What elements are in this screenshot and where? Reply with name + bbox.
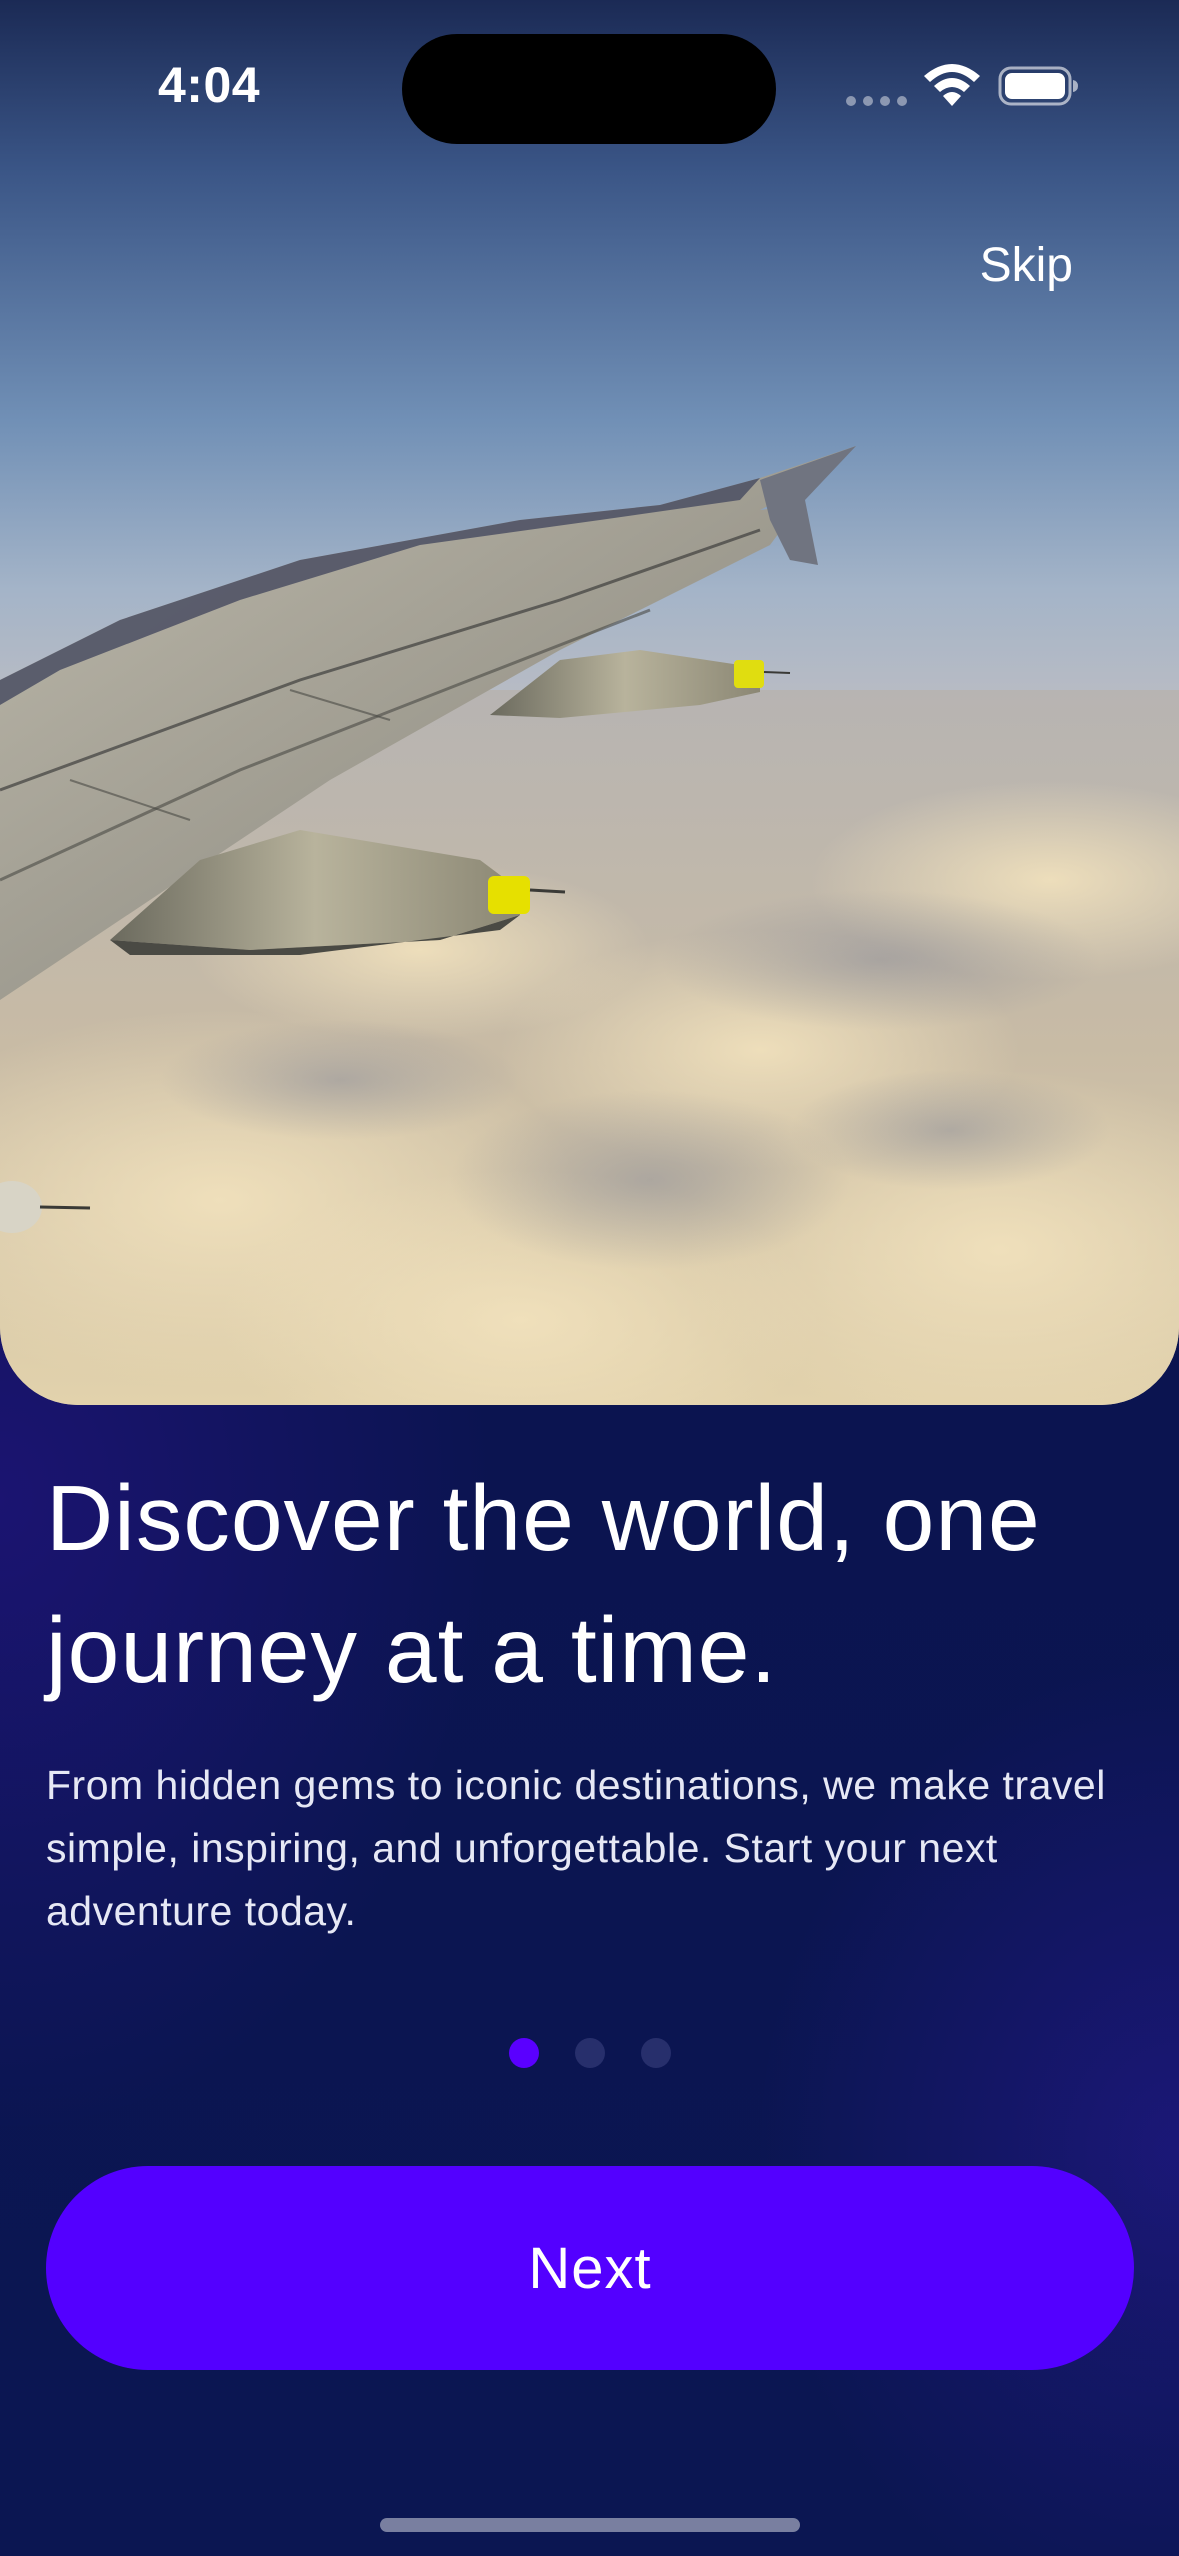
wifi-icon <box>924 64 980 106</box>
next-button[interactable]: Next <box>46 2166 1134 2370</box>
onboarding-description: From hidden gems to iconic destinations,… <box>46 1762 1106 1934</box>
home-indicator[interactable] <box>380 2518 800 2532</box>
page-dot[interactable] <box>640 2038 671 2068</box>
onboarding-screen: 4:04 Skip Discover the world, one journe… <box>0 0 1179 2556</box>
cellular-signal-icon <box>846 96 907 106</box>
page-dot-active[interactable] <box>508 2038 539 2068</box>
airplane-wing-image <box>0 0 1179 1405</box>
dynamic-island <box>402 34 776 144</box>
onboarding-headline: Discover the world, one journey at a tim… <box>46 1466 1041 1702</box>
page-dot[interactable] <box>574 2038 605 2068</box>
page-indicator <box>0 2038 1179 2068</box>
status-time: 4:04 <box>158 57 261 113</box>
battery-icon <box>998 66 1078 106</box>
skip-button[interactable]: Skip <box>980 238 1073 293</box>
hero-image <box>0 0 1179 1405</box>
